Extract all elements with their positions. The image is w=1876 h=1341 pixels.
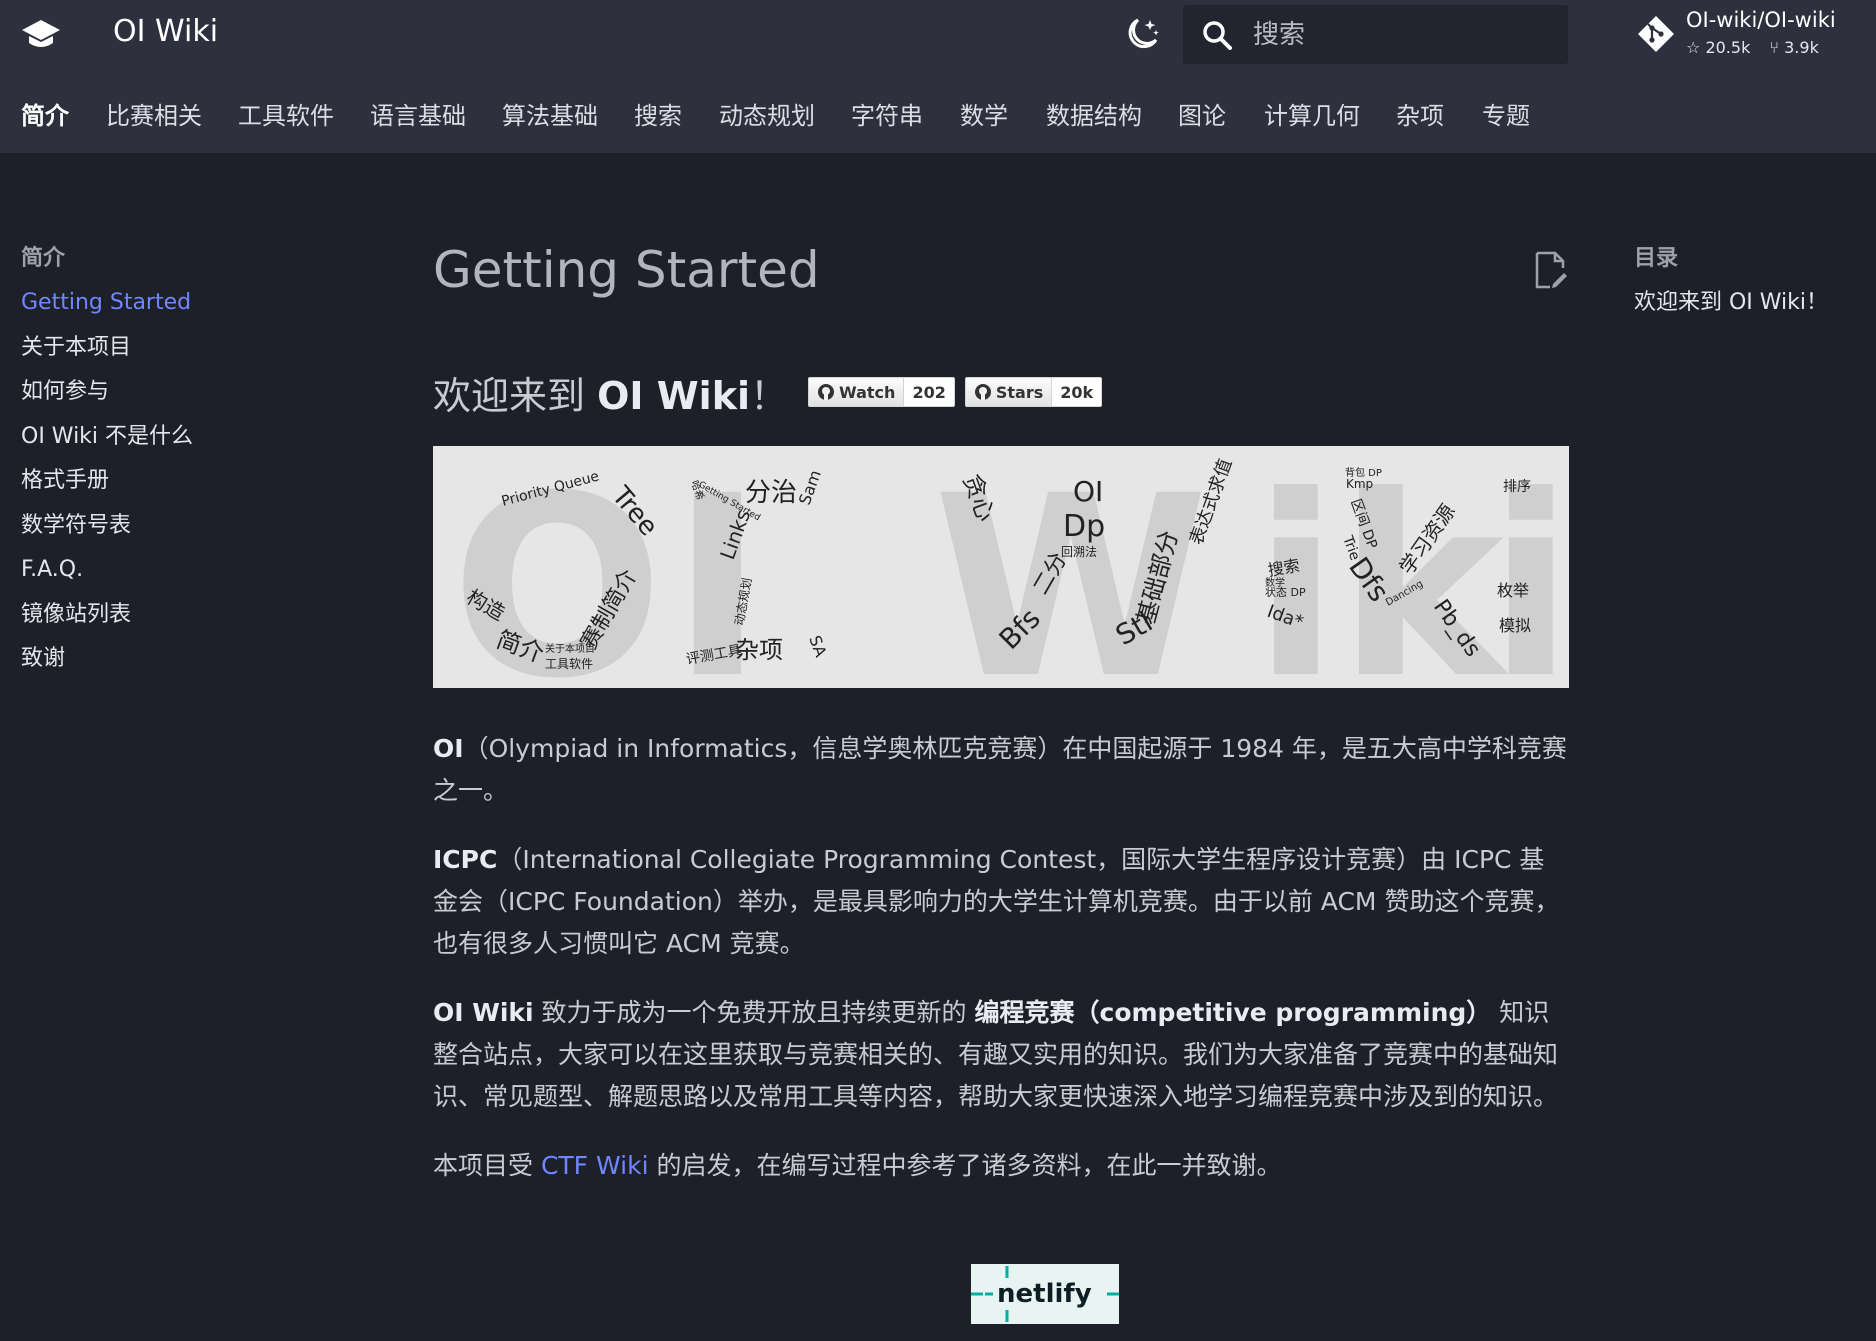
stars-count: 20k — [1052, 378, 1102, 406]
watch-badge-label: Watch — [809, 378, 905, 406]
banner-word: 排序 — [1503, 479, 1531, 495]
tab-geometry[interactable]: 计算几何 — [1264, 96, 1360, 131]
banner-word: 数学 — [1265, 576, 1285, 589]
search-box[interactable] — [1183, 5, 1568, 64]
repo-forks: ⑂ 3.9k — [1769, 38, 1818, 57]
p3-bold1: OI Wiki — [433, 998, 534, 1027]
tab-topic[interactable]: 专题 — [1482, 96, 1530, 131]
github-icon — [974, 384, 991, 400]
tab-data-structure[interactable]: 数据结构 — [1046, 96, 1142, 131]
sidebar-title: 简介 — [21, 246, 66, 271]
repo-link[interactable]: OI-wiki/OI-wiki ☆ 20.5k ⑂ 3.9k — [1636, 8, 1856, 64]
edit-page-icon[interactable] — [1533, 250, 1569, 290]
repo-name: OI-wiki/OI-wiki — [1686, 8, 1836, 32]
sidebar-nav: 简介 Getting Started 关于本项目 如何参与 OI Wiki 不是… — [21, 240, 351, 687]
sidebar-item-format-guide[interactable]: 格式手册 — [21, 464, 351, 509]
star-icon: ☆ — [1686, 38, 1701, 57]
sidebar-item-getting-started[interactable]: Getting Started — [21, 286, 351, 331]
sidebar-item-math-symbols[interactable]: 数学符号表 — [21, 509, 351, 554]
tab-math[interactable]: 数学 — [960, 96, 1008, 131]
oi-wiki-word-cloud-banner: O I W i k i Priority Queue Tree 分治 Sam L… — [433, 446, 1569, 688]
p1-bold: OI — [433, 734, 464, 763]
ctf-wiki-link[interactable]: CTF Wiki — [541, 1151, 649, 1180]
tab-intro[interactable]: 简介 — [21, 96, 69, 131]
tab-graph[interactable]: 图论 — [1178, 96, 1226, 131]
sidebar-item-thanks[interactable]: 致谢 — [21, 642, 351, 687]
banner-word: OI — [1073, 475, 1103, 508]
main-content: Getting Started 欢迎来到 OI Wiki！ Watch 202 … — [433, 230, 1569, 1324]
search-icon — [1203, 21, 1232, 50]
paragraph-oi-wiki: OI Wiki 致力于成为一个免费开放且持续更新的 编程竞赛（competiti… — [433, 992, 1569, 1118]
paragraph-thanks: 本项目受 CTF Wiki 的启发，在编写过程中参考了诸多资料，在此一并致谢。 — [433, 1145, 1569, 1187]
header: OI Wiki OI-wiki/OI-wiki ☆ 20.5k ⑂ 3.9k 简… — [0, 0, 1876, 153]
tab-language[interactable]: 语言基础 — [370, 96, 466, 131]
netlify-badge[interactable]: netlify — [971, 1264, 1119, 1324]
toc-title: 目录 — [1634, 246, 1679, 271]
github-icon — [818, 384, 835, 400]
welcome-suffix: ！ — [750, 373, 789, 418]
top-tabs: 简介 比赛相关 工具软件 语言基础 算法基础 搜索 动态规划 字符串 数学 数据… — [0, 96, 1876, 136]
banner-word: 工具软件 — [545, 657, 593, 671]
tab-string[interactable]: 字符串 — [851, 96, 923, 131]
banner-word: 背包 DP — [1345, 466, 1382, 479]
tab-contest[interactable]: 比赛相关 — [106, 96, 202, 131]
netlify-label: netlify — [997, 1279, 1092, 1309]
git-icon — [1638, 16, 1674, 52]
welcome-name: OI Wiki — [597, 373, 751, 418]
p4-after: 的启发，在编写过程中参考了诸多资料，在此一并致谢。 — [648, 1151, 1282, 1180]
repo-forks-count: 3.9k — [1784, 38, 1819, 57]
paragraph-oi: OI（Olympiad in Informatics，信息学奥林匹克竞赛）在中国… — [433, 728, 1569, 812]
sidebar-item-about[interactable]: 关于本项目 — [21, 331, 351, 376]
p2-bold: ICPC — [433, 845, 498, 874]
search-input[interactable] — [1251, 15, 1555, 55]
tab-search[interactable]: 搜索 — [634, 96, 682, 131]
p3-bold2: 编程竞赛（competitive programming） — [974, 998, 1492, 1027]
repo-stars-count: 20.5k — [1705, 38, 1751, 57]
banner-word: 分治 — [745, 478, 797, 508]
banner-word: 杂项 — [735, 636, 783, 664]
banner-word: 关于本项目 — [545, 642, 595, 655]
banner-word: 模拟 — [1499, 616, 1531, 635]
table-of-contents: 目录 欢迎来到 OI Wiki！ — [1634, 240, 1864, 320]
banner-word: Kmp — [1346, 477, 1373, 491]
tab-misc[interactable]: 杂项 — [1396, 96, 1444, 131]
p2-text: （International Collegiate Programming Co… — [433, 845, 1560, 958]
site-title[interactable]: OI Wiki — [113, 14, 218, 49]
welcome-heading: 欢迎来到 OI Wiki！ Watch 202 Stars 20k — [433, 362, 1569, 422]
stars-badge-label: Stars — [965, 378, 1053, 406]
banner-word: Dp — [1063, 509, 1105, 544]
moon-stars-icon[interactable] — [1122, 14, 1162, 54]
banner-word: 回溯法 — [1061, 544, 1097, 559]
page-title: Getting Started — [433, 241, 820, 299]
p3-text1: 致力于成为一个免费开放且持续更新的 — [533, 998, 975, 1027]
sidebar-item-mirrors[interactable]: 镜像站列表 — [21, 598, 351, 643]
watch-badge[interactable]: Watch 202 — [808, 377, 955, 407]
paragraph-icpc: ICPC（International Collegiate Programmin… — [433, 839, 1569, 965]
repo-facts: ☆ 20.5k ⑂ 3.9k — [1686, 38, 1833, 57]
p4-before: 本项目受 — [433, 1151, 541, 1180]
welcome-prefix: 欢迎来到 — [433, 373, 598, 418]
p1-text: （Olympiad in Informatics，信息学奥林匹克竞赛）在中国起源… — [433, 734, 1567, 805]
tab-dp[interactable]: 动态规划 — [719, 96, 815, 131]
stars-label: Stars — [995, 382, 1044, 402]
tab-basic-algorithms[interactable]: 算法基础 — [502, 96, 598, 131]
toc-item-welcome[interactable]: 欢迎来到 OI Wiki！ — [1634, 286, 1864, 320]
welcome-title: 欢迎来到 OI Wiki！ — [433, 365, 788, 420]
stars-badge[interactable]: Stars 20k — [964, 377, 1103, 407]
sidebar-item-what-not[interactable]: OI Wiki 不是什么 — [21, 420, 351, 465]
sidebar-item-how-to-contribute[interactable]: 如何参与 — [21, 375, 351, 420]
tab-tools[interactable]: 工具软件 — [238, 96, 334, 131]
banner-word: 枚举 — [1497, 581, 1529, 600]
graduation-cap-icon[interactable] — [20, 14, 62, 54]
watch-label: Watch — [839, 382, 896, 402]
fork-icon: ⑂ — [1769, 38, 1780, 57]
repo-stars: ☆ 20.5k — [1686, 38, 1750, 57]
watch-count: 202 — [904, 378, 954, 406]
sidebar-item-faq[interactable]: F.A.Q. — [21, 553, 351, 598]
